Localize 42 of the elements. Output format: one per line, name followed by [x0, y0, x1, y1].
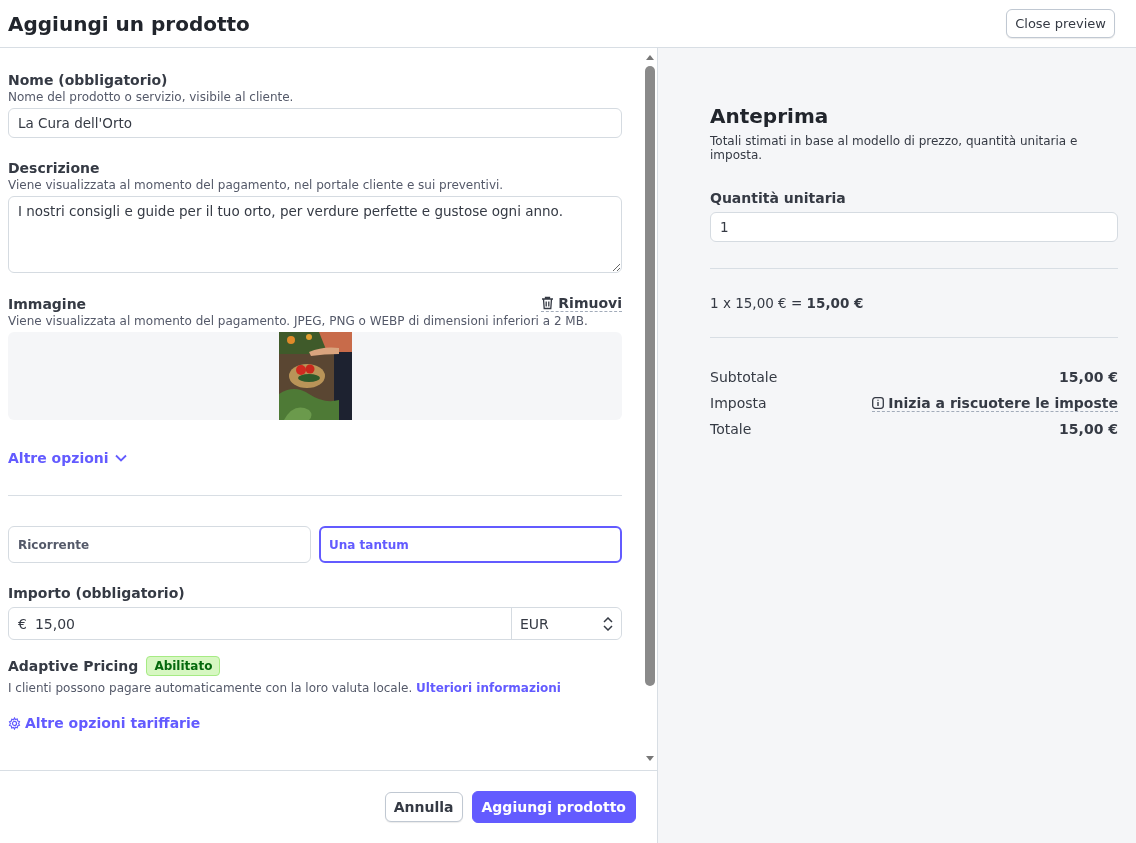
add-product-button[interactable]: Aggiungi prodotto: [471, 791, 636, 823]
field-label: Importo (obbligatorio): [8, 585, 186, 601]
summary-label: Totale: [710, 421, 752, 437]
preview-subtitle: Totali stimati in base al modello di prezzo, quantità unitaria e imposta.: [710, 134, 1079, 162]
price-formula: 1 x 15,00 € = 15,00 €: [710, 295, 865, 311]
quantity-field[interactable]: 1: [710, 212, 1118, 242]
summary-label: Imposta: [710, 395, 767, 411]
remove-link[interactable]: Rimuovi: [541, 295, 622, 312]
summary-label: Subtotale: [710, 369, 778, 385]
field-label: Nome (obbligatorio): [8, 72, 169, 88]
summary-value: 15,00 €: [1059, 369, 1118, 385]
close-preview-button[interactable]: Close preview: [1006, 9, 1115, 38]
more-options-link[interactable]: Altre opzioni: [8, 450, 127, 466]
pricing-type-option[interactable]: Una tantum: [319, 526, 622, 563]
info-icon: [872, 396, 885, 409]
field-label: Descrizione: [8, 160, 101, 176]
summary-value: 15,00 €: [1059, 421, 1118, 437]
gear-icon: [8, 716, 21, 730]
name-field[interactable]: La Cura dell'Orto: [8, 108, 622, 138]
pricing-type-option[interactable]: Ricorrente: [8, 526, 311, 563]
currency-select[interactable]: EUR: [511, 608, 621, 639]
field-hint: Nome del prodotto o servizio, visibile al cliente.: [8, 90, 295, 104]
amount-value: 15,00: [34, 615, 75, 632]
currency-symbol: €: [18, 615, 27, 632]
preview-title: Anteprima: [710, 104, 830, 128]
trash-icon: [541, 296, 555, 310]
more-info-link[interactable]: Ulteriori informazioni: [416, 681, 561, 695]
adaptive-pricing-text: I clienti possono pagare automaticamente con la loro valuta locale. Ulteriori informazioni: [8, 681, 562, 695]
cancel-button[interactable]: Annulla: [384, 792, 463, 822]
up-down-caret-icon: [603, 616, 613, 631]
chevron-down-icon: [114, 454, 127, 462]
adaptive-pricing-label: Adaptive Pricing: [8, 658, 139, 674]
amount-field[interactable]: € 15,00 EUR: [8, 607, 622, 640]
status-badge: Abilitato: [146, 656, 221, 676]
more-pricing-options-link[interactable]: Altre opzioni tariffarie: [8, 715, 201, 731]
field-label: Quantità unitaria: [710, 190, 847, 206]
dialog-title: Aggiungi un prodotto: [8, 11, 250, 36]
collect-taxes-link[interactable]: Inizia a riscuotere le imposte: [872, 394, 1118, 412]
field-hint: Viene visualizzata al momento del pagamento, nel portale cliente e sui preventivi.: [8, 178, 505, 192]
description-field[interactable]: I nostri consigli e guide per il tuo orto, per verdure perfette e gustose ogni anno.: [8, 196, 622, 273]
field-label: Immagine: [8, 295, 87, 312]
field-hint: Viene visualizzata al momento del pagamento. JPEG, PNG o WEBP di dimensioni inferiori a 2 MB.: [8, 314, 589, 328]
